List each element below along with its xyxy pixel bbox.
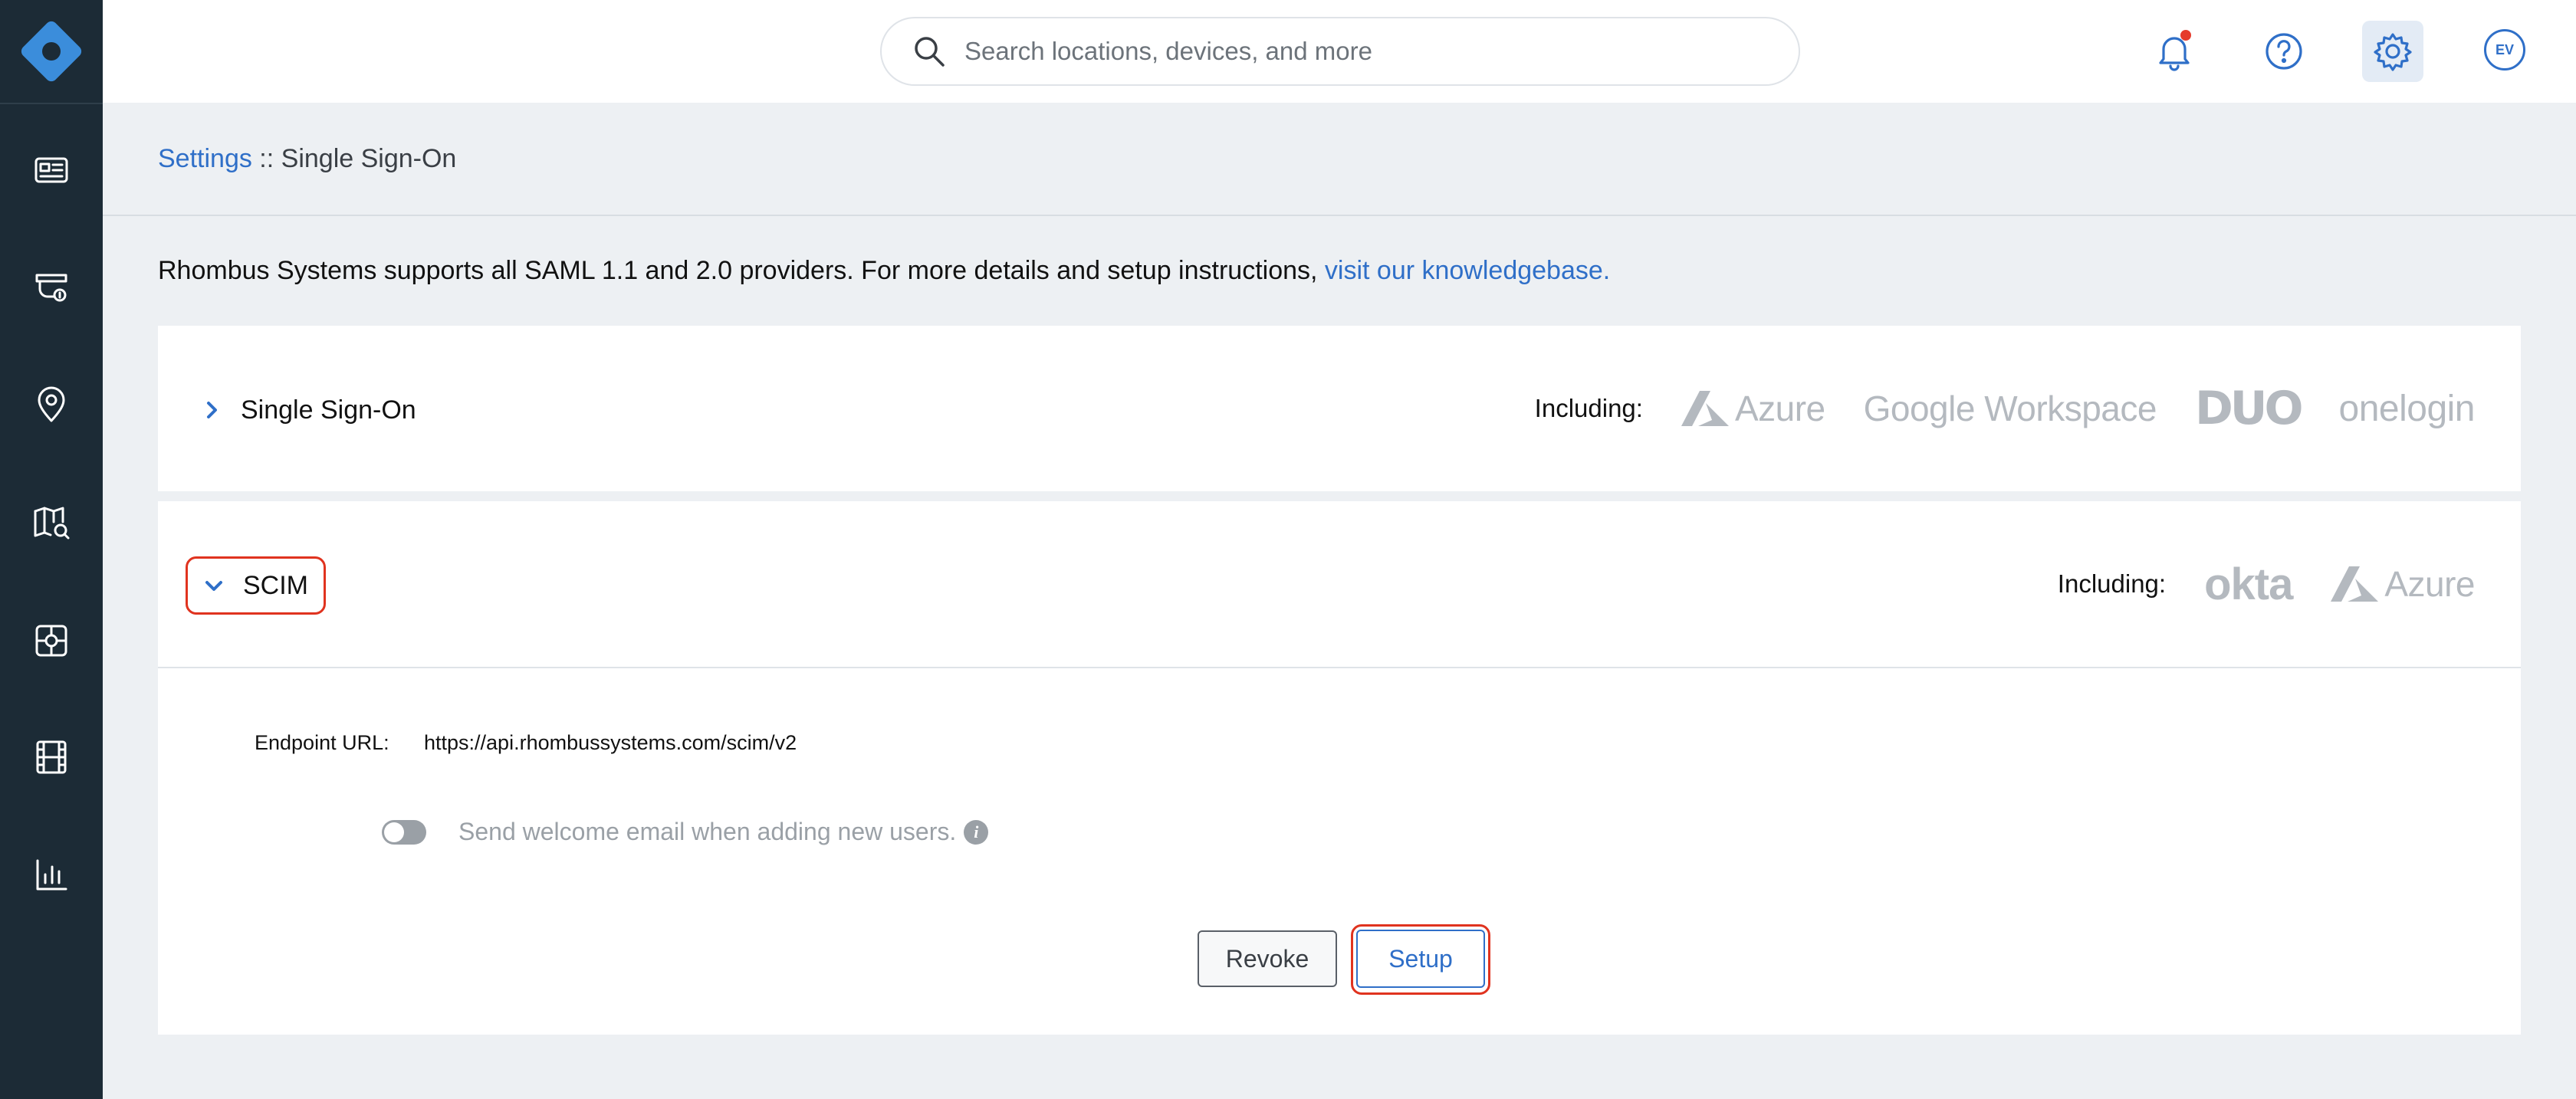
info-text: Rhombus Systems supports all SAML 1.1 an… [158,256,1325,285]
sso-providers: Including: Azure Google Workspace DUO on… [1534,326,2476,491]
welcome-email-toggle[interactable] [382,820,426,845]
saml-info-text: Rhombus Systems supports all SAML 1.1 an… [158,256,1610,286]
sso-title: Single Sign-On [241,395,416,425]
azure-logo: Azure [1681,388,1825,429]
welcome-email-setting: Send welcome email when adding new users… [458,818,989,846]
okta-logo: okta [2204,559,2293,609]
breadcrumb-current: Single Sign-On [281,144,457,173]
revoke-button[interactable]: Revoke [1198,930,1337,987]
notifications-button[interactable] [2144,21,2205,82]
sso-panel: Single Sign-On Including: Azure Google W… [158,326,2521,491]
user-avatar[interactable]: EV [2484,29,2525,71]
azure-logo: Azure [2331,563,2475,605]
location-pin-icon [38,386,65,422]
knowledgebase-link[interactable]: visit our knowledgebase. [1325,256,1610,285]
scim-divider [158,667,2521,668]
breadcrumb-settings-link[interactable]: Settings [158,144,252,173]
sidebar-item-access-control[interactable] [0,595,103,687]
sidebar [0,0,103,1099]
scim-providers: Including: okta Azure [2057,501,2476,667]
duo-logo: DUO [2194,382,2304,435]
google-workspace-logo: Google Workspace [1863,389,2157,428]
endpoint-url-label: Endpoint URL: [255,731,389,754]
search-icon [915,37,945,67]
help-button[interactable] [2253,21,2315,82]
notification-badge [2180,30,2191,41]
top-header: EV [103,0,2576,103]
scim-panel: SCIM Including: okta Azure Endpoint URL:… [158,501,2521,1035]
help-icon [2266,33,2302,70]
info-icon[interactable]: i [964,819,989,845]
breadcrumb-separator: :: [251,144,281,173]
scim-including-label: Including: [2057,569,2167,598]
sidebar-item-cameras[interactable] [0,241,103,333]
setup-button[interactable]: Setup [1356,930,1485,988]
dashboard-icon [34,157,68,183]
map-search-icon [34,507,70,540]
azure-icon [1681,391,1729,426]
chevron-down-icon [205,581,222,591]
scim-panel-header: SCIM Including: okta Azure [158,501,2521,667]
camera-icon [35,274,67,302]
scim-expand-toggle[interactable]: SCIM [186,556,326,615]
search-bar[interactable] [880,17,1800,86]
sidebar-item-video[interactable] [0,711,103,803]
sso-expand-toggle[interactable]: Single Sign-On [186,381,432,439]
sso-including-label: Including: [1534,394,1643,422]
rhombus-logo-icon[interactable] [18,18,84,84]
video-film-icon [36,740,67,774]
access-control-icon [35,625,67,657]
search-input[interactable] [964,37,1769,66]
sidebar-item-dashboard[interactable] [0,124,103,216]
breadcrumb-bar: Settings :: Single Sign-On [103,103,2576,216]
settings-button[interactable] [2362,21,2423,82]
azure-logo-text: Azure [1734,389,1825,428]
azure-logo-text: Azure [2384,564,2475,604]
analytics-chart-icon [36,859,67,891]
endpoint-url-value[interactable]: https://api.rhombussystems.com/scim/v2 [424,731,797,755]
onelogin-logo: onelogin [2338,388,2476,429]
sidebar-item-locations[interactable] [0,359,103,451]
chevron-right-icon [207,402,217,418]
azure-icon [2331,566,2379,602]
breadcrumb: Settings :: Single Sign-On [158,144,456,174]
sidebar-item-map-search[interactable] [0,477,103,569]
sidebar-item-analytics[interactable] [0,829,103,921]
sso-panel-header: Single Sign-On Including: Azure Google W… [158,326,2521,491]
sidebar-divider [0,103,103,104]
gear-icon [2374,33,2412,71]
welcome-email-label: Send welcome email when adding new users… [458,818,957,845]
scim-title: SCIM [243,570,308,600]
